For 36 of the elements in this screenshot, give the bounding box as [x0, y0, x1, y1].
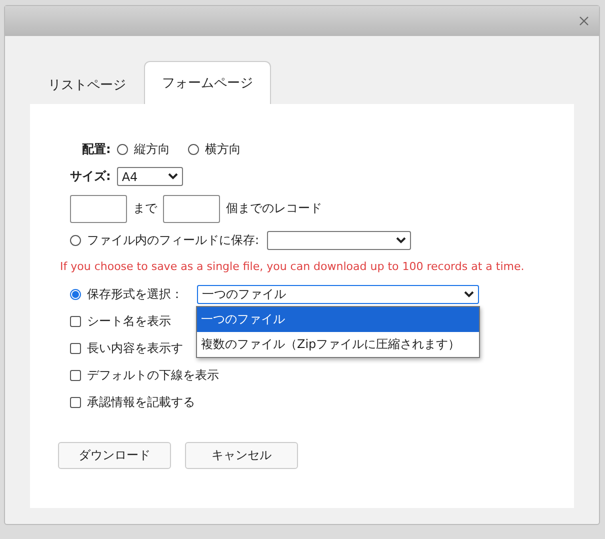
close-icon[interactable]: [579, 16, 589, 26]
field-label: サイズ:: [70, 168, 111, 185]
range-label: まで: [133, 200, 157, 217]
radio-label: ファイル内のフィールドに保存:: [87, 232, 260, 249]
checkbox-label: 承認情報を記載する: [87, 394, 195, 411]
radio-button[interactable]: [70, 235, 81, 246]
tab[interactable]: リストページ: [30, 64, 144, 104]
checkbox-label: シート名を表示: [87, 313, 171, 330]
radio-button[interactable]: [70, 289, 81, 300]
warning-text: If you choose to save as a single file, you can download up to 100 records at a time.: [60, 259, 524, 275]
radio-button[interactable]: [188, 144, 199, 155]
size-select[interactable]: A4: [116, 167, 183, 186]
tab[interactable]: フォームページ: [144, 61, 271, 104]
field-select[interactable]: [267, 231, 412, 250]
field-label: 配置:: [82, 141, 111, 158]
dialog-button[interactable]: ダウンロード: [58, 442, 171, 469]
dropdown-option[interactable]: 一つのファイル: [197, 307, 479, 332]
caret-icon: [396, 237, 406, 244]
dialog-button[interactable]: キャンセル: [185, 442, 298, 469]
checkbox-label: デフォルトの下線を表示: [87, 367, 219, 384]
caret-icon: [168, 173, 178, 180]
input-field[interactable]: [163, 194, 220, 222]
input-field[interactable]: [70, 194, 127, 222]
checkbox-label: 長い内容を表示す: [87, 340, 183, 357]
radio-label: 保存形式を選択：: [87, 286, 183, 303]
checkbox[interactable]: [70, 316, 81, 327]
checkbox[interactable]: [70, 370, 81, 381]
dropdown-option[interactable]: 複数のファイル（Zipファイルに圧縮されます）: [197, 332, 479, 357]
checkbox[interactable]: [70, 343, 81, 354]
radio-label: 横方向: [204, 141, 241, 158]
checkbox[interactable]: [70, 397, 81, 408]
radio-label: 縦方向: [134, 141, 170, 158]
format-select[interactable]: 一つのファイル: [197, 285, 479, 304]
caret-icon: [464, 291, 474, 298]
range-label: 個までのレコード: [226, 200, 322, 217]
radio-button[interactable]: [116, 144, 128, 155]
